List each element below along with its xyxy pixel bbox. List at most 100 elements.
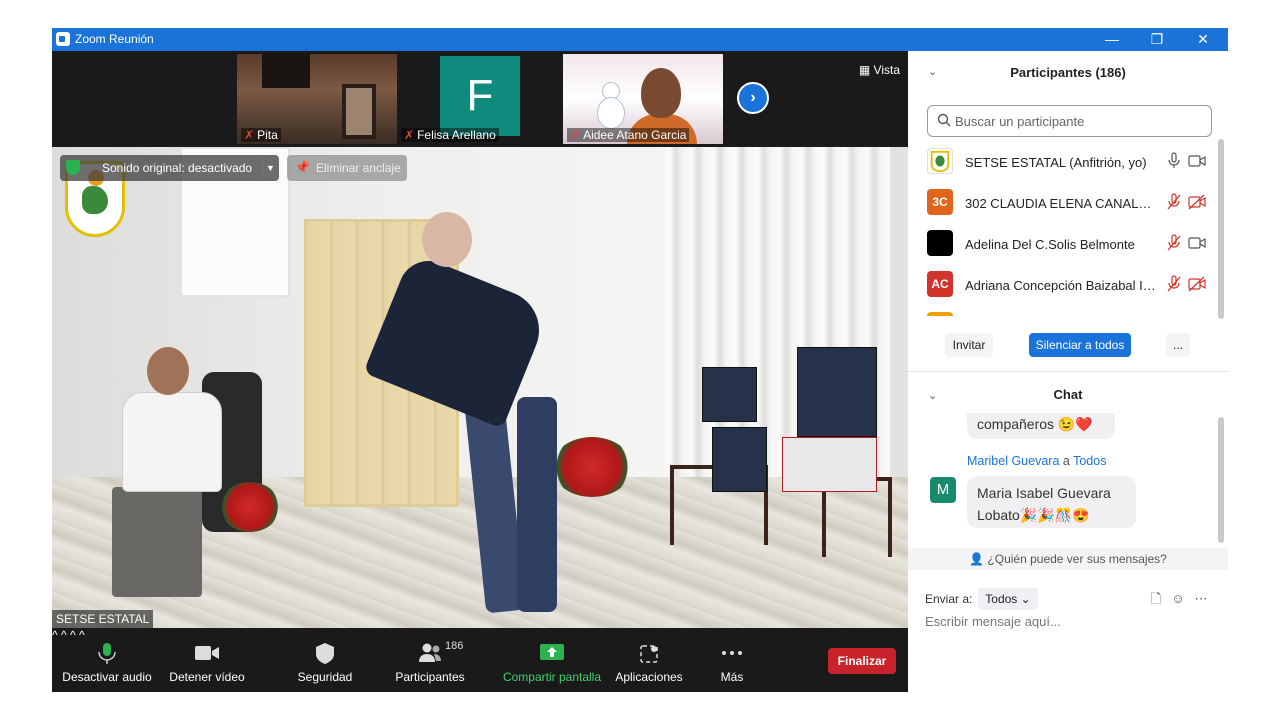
apps-button[interactable]: Aplicaciones: [612, 628, 686, 692]
avatar: [927, 312, 953, 316]
microphone-muted-icon[interactable]: [1166, 193, 1182, 211]
who-can-see-link[interactable]: 👤 ¿Quién puede ver sus mensajes?: [908, 548, 1228, 570]
next-page-button[interactable]: ›: [737, 82, 769, 114]
participant-row[interactable]: AC Adriana Concepción Baizabal Ib...: [908, 264, 1218, 305]
original-sound-label: Sonido original: desactivado: [102, 161, 253, 175]
poinsettia-plant: [220, 482, 280, 532]
camera-off-icon[interactable]: [1188, 275, 1206, 293]
participant-name: SETSE ESTATAL (Anfitrión, yo): [965, 155, 1147, 170]
mute-all-button[interactable]: Silenciar a todos: [1029, 333, 1131, 357]
gift-boxes: [702, 347, 882, 507]
more-label: Más: [720, 670, 744, 684]
tv-shape: [262, 54, 310, 88]
file-icon[interactable]: 🗋: [1148, 591, 1164, 607]
participant-name: Adriana Concepción Baizabal Ib...: [965, 278, 1160, 293]
video-tile-aidee[interactable]: ✗ Aidee Atano Garcia: [563, 54, 723, 144]
chat-header: ⌄ Chat: [908, 381, 1228, 411]
chat-title: Chat: [1053, 387, 1083, 402]
tile-name: Aidee Atano Garcia: [583, 128, 687, 142]
microphone-muted-icon[interactable]: [1166, 234, 1182, 252]
avatar: [927, 230, 953, 256]
microphone-muted-icon[interactable]: [1166, 275, 1182, 293]
tile-name: Pita: [257, 128, 278, 142]
sender-link[interactable]: Maribel Guevara: [967, 454, 1059, 468]
mute-audio-label: Desactivar audio: [62, 670, 152, 684]
mic-muted-icon: ✗: [570, 128, 581, 142]
chat-scrollbar[interactable]: [1218, 417, 1224, 543]
invite-button[interactable]: Invitar: [945, 333, 993, 357]
participant-row[interactable]: [908, 305, 1218, 316]
camera-off-icon[interactable]: [1188, 193, 1206, 211]
participants-more-button[interactable]: ...: [1166, 333, 1190, 357]
microphone-icon: [98, 643, 116, 664]
apps-label: Aplicaciones: [615, 670, 683, 684]
tile-name: Felisa Arellano: [417, 128, 496, 142]
zoom-window: Zoom Reunión — ❐ ✕ ✗ Pita F ✗ Felisa Arell…: [52, 28, 1228, 692]
more-dots-icon: [722, 651, 742, 655]
participant-row[interactable]: 3C 302 CLAUDIA ELENA CANALES ...: [908, 182, 1218, 223]
microphone-icon[interactable]: [1166, 152, 1182, 170]
person-face: [641, 68, 681, 118]
minimize-button[interactable]: —: [1092, 29, 1132, 49]
participants-button[interactable]: Participantes: [390, 628, 470, 692]
participant-row[interactable]: SETSE ESTATAL (Anfitrión, yo): [908, 141, 1218, 182]
unpin-button[interactable]: 📌 Eliminar anclaje: [287, 155, 407, 181]
participants-title: Participantes (186): [1010, 65, 1126, 80]
emoji-icon[interactable]: ☺: [1170, 591, 1186, 607]
panel-divider: [908, 371, 1228, 372]
original-sound-toggle[interactable]: Sonido original: desactivado ▼: [60, 155, 279, 181]
side-panel: ⌄ Participantes (186) Buscar un particip…: [908, 51, 1228, 692]
recipient-link[interactable]: Todos: [1073, 454, 1106, 468]
avatar: F: [440, 56, 520, 136]
video-tile-felisa[interactable]: F ✗ Felisa Arellano: [397, 54, 557, 144]
avatar: 3C: [927, 189, 953, 215]
participant-name: Adelina Del C.Solis Belmonte: [965, 237, 1135, 252]
security-button[interactable]: Seguridad: [288, 628, 362, 692]
video-area: ✗ Pita F ✗ Felisa Arellano ✗ Aidee Atano Ga…: [52, 51, 908, 692]
security-label: Seguridad: [297, 670, 353, 684]
title-bar: Zoom Reunión — ❐ ✕: [52, 28, 1228, 51]
avatar: M: [930, 477, 956, 503]
speaker-name-tag: SETSE ESTATAL: [52, 610, 154, 628]
end-meeting-button[interactable]: Finalizar: [828, 648, 896, 674]
chat-message-bubble: Maria Isabel Guevara Lobato🎉🎉🎊😍: [967, 476, 1136, 528]
participant-strip: ✗ Pita F ✗ Felisa Arellano ✗ Aidee Atano Ga…: [52, 51, 908, 147]
restore-button[interactable]: ❐: [1137, 29, 1177, 49]
participant-search-input[interactable]: Buscar un participante: [927, 105, 1212, 137]
participant-list-scrollbar[interactable]: [1218, 139, 1224, 319]
close-button[interactable]: ✕: [1183, 29, 1223, 49]
mute-audio-button[interactable]: Desactivar audio: [58, 628, 156, 692]
more-dots-icon[interactable]: ⋯: [1193, 591, 1209, 607]
speaking-person: [357, 212, 557, 622]
view-button[interactable]: ▦ Vista: [859, 63, 900, 77]
chevron-down-icon[interactable]: ▼: [262, 156, 278, 180]
camera-icon: [195, 646, 219, 660]
share-screen-label: Compartir pantalla: [502, 670, 602, 684]
meeting-toolbar: Desactivar audio ^ Detener vídeo ^ Segur…: [52, 628, 908, 692]
camera-icon[interactable]: [1188, 152, 1206, 170]
chat-message-text: Lobato🎉🎉🎊😍: [977, 507, 1090, 523]
stop-video-button[interactable]: Detener vídeo: [162, 628, 252, 692]
main-video-feed[interactable]: Sonido original: desactivado ▼ 📌 Elimina…: [52, 147, 908, 628]
avatar: [927, 148, 953, 174]
more-button[interactable]: Más: [712, 628, 752, 692]
stop-video-label: Detener vídeo: [169, 670, 245, 684]
seated-person: [92, 347, 242, 607]
chat-message-input[interactable]: Escribir mensaje aquí...: [925, 614, 1215, 636]
grid-icon: ▦: [858, 63, 871, 77]
shield-icon: [66, 160, 80, 175]
camera-icon[interactable]: [1188, 234, 1206, 252]
audio-options-caret[interactable]: ^: [52, 628, 58, 642]
view-label: Vista: [873, 63, 900, 77]
send-to-label: Enviar a:: [925, 592, 973, 606]
tile-name-tag: ✗ Aidee Atano Garcia: [567, 128, 690, 142]
recipient-dropdown[interactable]: Todos ⌄: [978, 588, 1038, 610]
poinsettia-plant: [552, 437, 632, 497]
pin-icon: 📌: [295, 160, 310, 174]
who-can-see-label: ¿Quién puede ver sus mensajes?: [987, 552, 1167, 566]
mic-muted-icon: ✗: [244, 128, 255, 142]
video-tile-pita[interactable]: ✗ Pita: [237, 54, 397, 144]
share-screen-button[interactable]: Compartir pantalla: [500, 628, 604, 692]
chat-message-text: compañeros 😉❤️: [977, 416, 1093, 432]
participant-row[interactable]: Adelina Del C.Solis Belmonte: [908, 223, 1218, 264]
